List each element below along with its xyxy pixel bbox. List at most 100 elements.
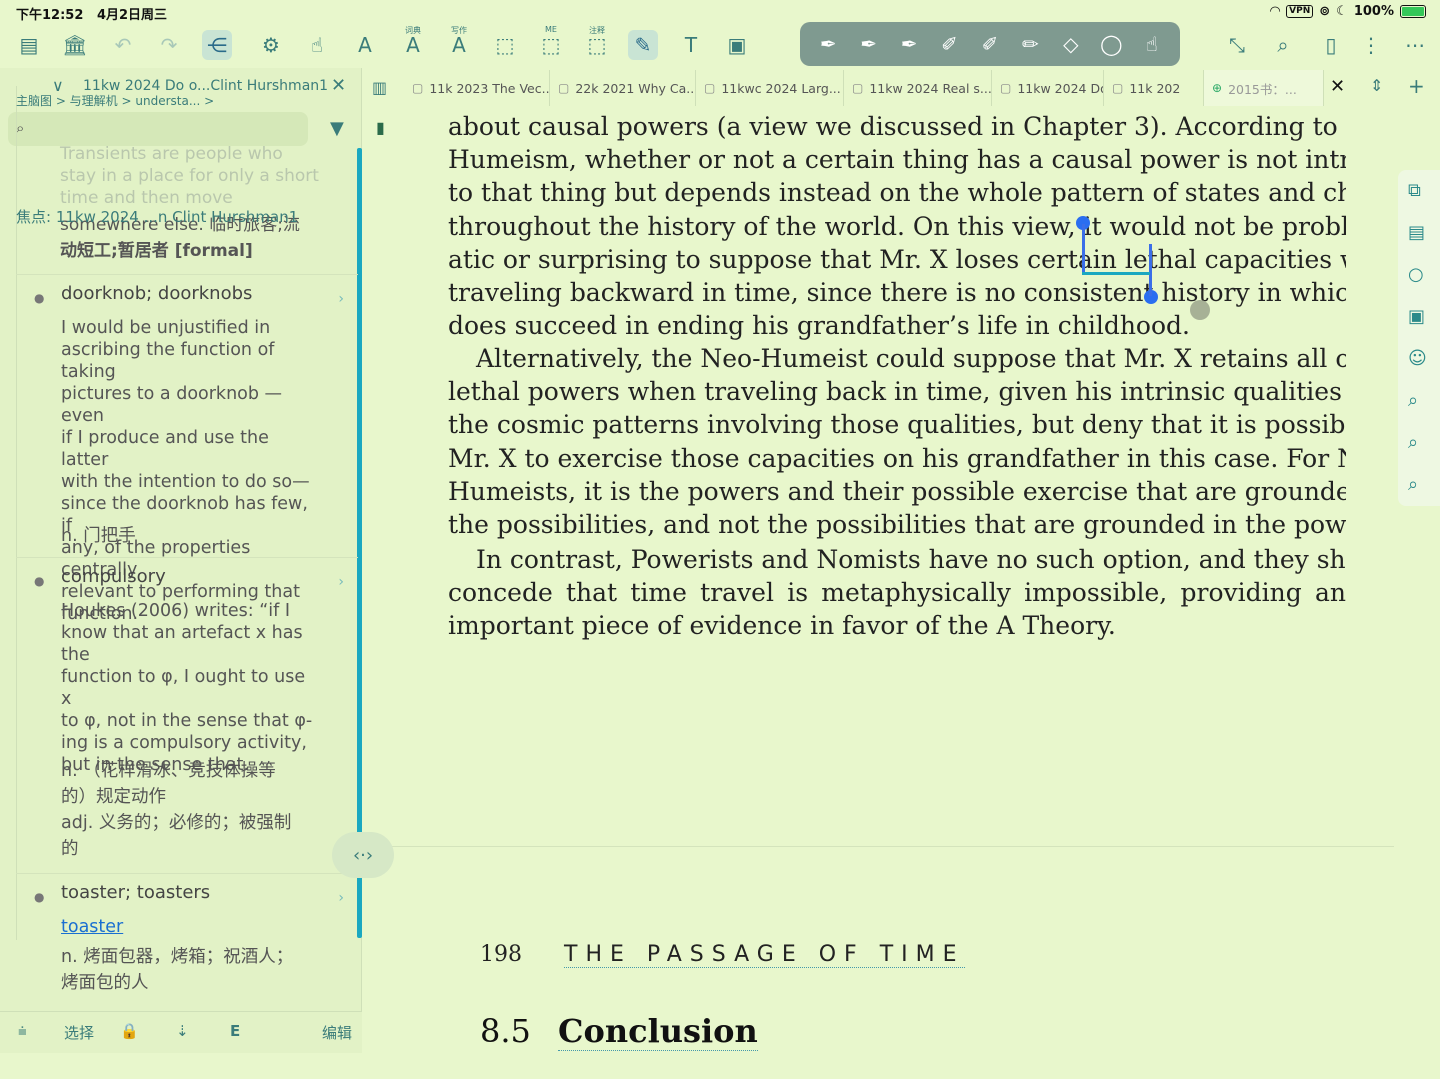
export-button[interactable]: E [230, 1022, 240, 1040]
ghost-line: time and then move [60, 188, 233, 208]
emoji-icon[interactable]: ☺ [1408, 348, 1427, 369]
pencil-icon[interactable]: ✏ [1014, 32, 1046, 56]
image-insert-icon[interactable]: ▣ [1408, 306, 1425, 327]
entry-translation: n. 烤面包器，烤箱；祝酒人； 烤面包的人 [61, 944, 321, 996]
plus-circle-icon: ⊕ [1212, 81, 1223, 95]
vocab-book-icon[interactable]: ▤ [1408, 222, 1425, 243]
annotation-capture-icon[interactable]: 注释 ⬚ [582, 26, 612, 60]
section-title: Conclusion [558, 1012, 758, 1051]
translation-line: 烤面包的人 [61, 973, 149, 993]
tab-item-active[interactable]: ⊕ 2015书：... [1204, 70, 1324, 106]
pen-tool-icon[interactable]: ✎ [628, 30, 658, 60]
list-item[interactable]: ● toaster; toasters › toaster n. 烤面包器，烤箱… [16, 873, 358, 1007]
search-icon[interactable]: ⌕ [1408, 474, 1418, 495]
sidebar-icon[interactable]: ▥ [372, 78, 387, 97]
edit-button[interactable]: 编辑 [322, 1022, 352, 1043]
split-resize-handle[interactable]: ‹·› [332, 832, 394, 878]
lasso-icon[interactable]: ◯ [1095, 32, 1127, 56]
wifi-icon: ◠ [1270, 4, 1281, 19]
paragraph: In contrast, Powerists and Nomists have … [448, 543, 1346, 643]
tab-label: 11kwc 2024 Larg... [721, 80, 841, 96]
sort-icon[interactable]: ⇣ [176, 1022, 189, 1040]
notebook-icon[interactable]: ▮ [376, 118, 385, 137]
tab-item[interactable]: ▢ 11kw 2024 Real s... [844, 70, 992, 106]
document-view[interactable]: ▮ about causal powers (a view we discuss… [364, 106, 1394, 1079]
chevron-right-icon[interactable]: › [338, 890, 344, 906]
translation-line: n. 烤面包器，烤箱；祝酒人； [61, 947, 294, 967]
sort-arrows-icon[interactable]: ⇕ [1370, 76, 1383, 95]
body-line: with the intention to do so— [61, 472, 310, 492]
align-icon[interactable]: ⩧ [18, 1022, 27, 1040]
tab-item[interactable]: ▢ 11kw 2024 Do [992, 70, 1104, 106]
tab-item[interactable]: ▢ 22k 2021 Why Ca... [550, 70, 696, 106]
tab-item[interactable]: ▢ 11k 202 [1104, 70, 1204, 106]
more-horizontal-icon[interactable]: ⋯ [1400, 30, 1430, 60]
hand-pointer-icon[interactable]: ☝ [302, 30, 332, 60]
list-item[interactable]: ● doorknob; doorknobs › I would be unjus… [16, 274, 358, 624]
search-icon: ⌕ [16, 119, 25, 137]
touch-hand-icon[interactable]: ☝ [1136, 32, 1168, 56]
chevron-right-icon[interactable]: › [338, 291, 344, 307]
highlighter-green-icon[interactable]: ✐ [974, 32, 1006, 56]
close-icon[interactable]: ✕ [331, 75, 346, 96]
select-button[interactable]: 选择 [64, 1022, 94, 1043]
dictionary-icon[interactable]: 词典 A [398, 26, 428, 60]
ghost-line: stay in a place for only a short [60, 166, 319, 186]
copy-translate-icon[interactable]: ⧉ [1408, 180, 1421, 201]
highlighter-yellow-icon[interactable]: ✐ [934, 32, 966, 56]
sidebar-toggle-icon[interactable]: ▤ [14, 30, 44, 60]
search-document-icon[interactable]: ⌕ [1268, 30, 1298, 60]
document-icon: ▢ [704, 81, 716, 95]
add-tab-icon[interactable]: + [1408, 74, 1425, 98]
text-line: throughout the history of the world. On … [448, 211, 1346, 241]
tab-label: 22k 2021 Why Ca... [575, 80, 696, 96]
body-line: Houkes (2006) writes: “if I [61, 601, 291, 621]
eraser-icon[interactable]: ◇ [1055, 32, 1087, 56]
redo-icon[interactable]: ↷ [154, 30, 184, 60]
collapse-icon[interactable]: ⤡ [1222, 30, 1252, 60]
textbox-icon[interactable]: T [676, 30, 706, 60]
search-bar[interactable]: ⌕ [8, 112, 308, 146]
pen-blue-icon[interactable]: ✒ [853, 32, 885, 56]
settings-gear-icon[interactable]: ⚙ [256, 30, 286, 60]
search-input[interactable] [40, 118, 300, 140]
crop-frame-icon[interactable]: ⬚ [490, 30, 520, 60]
text-line: the possibilities, and not the possibili… [448, 510, 1346, 540]
text-line: to that thing but depends instead on the… [448, 178, 1346, 208]
image-icon[interactable]: ▣ [722, 30, 752, 60]
pointer-indicator [1190, 300, 1210, 320]
list-item[interactable]: ● compulsory › Houkes (2006) writes: “if… [16, 557, 358, 875]
library-icon[interactable]: 🏛 [60, 30, 90, 60]
tab-label: 11k 2023 The Vec... [429, 80, 550, 96]
write-icon[interactable]: 写作 A [444, 26, 474, 60]
search-icon[interactable]: ⌕ [1408, 432, 1418, 453]
filter-icon[interactable]: ▼ [330, 118, 344, 139]
more-vertical-icon[interactable]: ⋮ [1356, 30, 1386, 60]
pen-red-icon[interactable]: ✒ [893, 32, 925, 56]
text-line: Mr. X to exercise those capacities on hi… [448, 443, 1346, 473]
tab-item[interactable]: ▢ 11kwc 2024 Larg... [696, 70, 844, 106]
translation-line: 的 [61, 839, 79, 859]
translation-line: 的）规定动作 [61, 787, 166, 807]
fountain-pen-icon[interactable]: ✒ [812, 32, 844, 56]
undo-icon[interactable]: ↶ [108, 30, 138, 60]
text-style-icon[interactable]: A [350, 30, 380, 60]
chevron-right-icon[interactable]: › [338, 574, 344, 590]
close-tab-icon[interactable]: ✕ [1330, 76, 1345, 97]
circle-icon[interactable]: ○ [1408, 264, 1424, 285]
bookmark-book-icon[interactable]: ▯ [1316, 30, 1346, 60]
breadcrumb[interactable]: 主脑图 > 与理解机 > understa... > [16, 92, 214, 109]
focus-label[interactable]: 焦点: 11kw 2024 ...n Clint Hurshman1 [16, 206, 298, 227]
lock-icon[interactable]: 🔒 [120, 1022, 139, 1040]
status-time: 下午12:52 4月2日周三 [16, 8, 168, 23]
pen-palette: ✒ ✒ ✒ ✐ ✐ ✏ ◇ ◯ ☝ [800, 22, 1180, 66]
mindmap-icon[interactable]: ⋲ [202, 30, 232, 60]
body-line: if I produce and use the latter [61, 428, 269, 470]
search-icon[interactable]: ⌕ [1408, 390, 1418, 411]
left-panel-footer: ⩧ 选择 🔒 ⇣ E 编辑 [0, 1011, 362, 1053]
tab-item[interactable]: ▢ 11k 2023 The Vec... [404, 70, 550, 106]
text-line: Alternatively, the Neo-Humeist could sup… [476, 344, 1346, 373]
word-link[interactable]: toaster [61, 917, 123, 937]
battery-icon [1400, 5, 1426, 18]
me-capture-icon[interactable]: ME ⬚ [536, 25, 566, 60]
